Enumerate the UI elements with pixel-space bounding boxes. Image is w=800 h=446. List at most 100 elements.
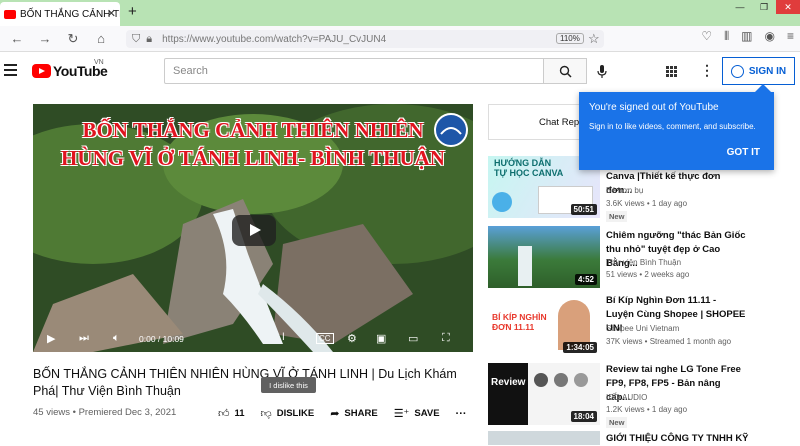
more-horizontal-icon: ··· [455, 407, 467, 420]
back-icon[interactable]: ← [10, 31, 24, 46]
browser-titlebar: BỐN THẮNG CẢNH THIÊN NHIÊN HÙNG VĨ Ở TÁN… [0, 0, 800, 26]
next-icon[interactable]: ⏭︎ [79, 332, 89, 345]
earbud-case-icon [574, 373, 588, 387]
recommendation-item[interactable]: 4:52 Chiêm ngưỡng "thác Bản Giốc thu nhỏ… [488, 226, 800, 292]
microphone-icon[interactable] [597, 65, 607, 82]
recommendation-thumbnail[interactable]: Review 18:04 [488, 363, 600, 425]
address-bar[interactable]: ⛉ 🔒︎ https://www.youtube.com/watch?v=PAJ… [126, 30, 604, 48]
video-overlay-line1: BỐN THẮNG CẢNH THIÊN NHIÊN [82, 118, 424, 142]
video-meta: 45 views • Premiered Dec 3, 2021 [33, 407, 176, 418]
restore-icon[interactable]: ❐ [752, 0, 776, 14]
video-overlay-line2: HÙNG VĨ Ở TÁNH LINH- BÌNH THUẬN [61, 146, 445, 170]
duration-badge: 18:04 [570, 411, 597, 422]
thumbnail-text: Review [491, 377, 526, 388]
duration-badge: 50:51 [570, 204, 597, 215]
recommendation-thumbnail[interactable]: BÍ KÍP NGHÌN ĐƠN 11.11 1:34:05 [488, 294, 600, 356]
window-close-icon[interactable]: ✕ [776, 0, 800, 14]
save-label: SAVE [414, 408, 440, 419]
like-button[interactable]: 👍︎ 11 [218, 407, 245, 420]
browser-toolbar-right: ♡ ⫴ ▥ ◉ ≡ [701, 29, 794, 44]
share-label: SHARE [344, 408, 378, 419]
url-text: https://www.youtube.com/watch?v=PAJU_CvJ… [162, 33, 387, 45]
reload-icon[interactable]: ↻ [66, 31, 80, 47]
premiere-date: Premiered Dec 3, 2021 [78, 407, 177, 418]
recommendation-channel[interactable]: IDO AUDIO [606, 393, 647, 402]
recommendation-channel[interactable]: Bé bơn bụ [606, 186, 643, 195]
menu-icon[interactable]: ≡ [787, 29, 794, 44]
playlist-add-icon: ☰⁺ [393, 408, 410, 420]
user-circle-icon [730, 64, 744, 78]
home-icon[interactable]: ⌂ [94, 31, 108, 46]
shield-icon[interactable]: ⛉ [132, 33, 140, 46]
bookmark-star-icon[interactable]: ☆ [588, 31, 600, 47]
sidebar-icon[interactable]: ▥ [741, 29, 752, 44]
volume-icon[interactable]: 🔈︎ [113, 332, 120, 345]
recommendation-stats: 37K views • Streamed 1 month ago [606, 337, 732, 346]
forward-icon[interactable]: → [38, 31, 52, 46]
browser-tab[interactable]: BỐN THẮNG CẢNH THIÊN NHIÊN HÙNG VĨ Ở TÁN… [0, 2, 120, 26]
recommendation-channel[interactable]: Shopee Uni Vietnam [606, 324, 679, 333]
youtube-logo[interactable]: YouTube VN [32, 59, 108, 79]
autoplay-toggle-icon[interactable]: ⏽ [279, 331, 288, 344]
library-icon[interactable]: ⫴ [724, 29, 729, 44]
recommendation-thumbnail[interactable] [488, 431, 600, 445]
miniplayer-icon[interactable]: ▣ [376, 332, 386, 345]
popup-body: Sign in to like videos, comment, and sub… [589, 122, 756, 131]
dislike-button[interactable]: 👎︎ DISLIKE [261, 407, 315, 420]
popup-title: You're signed out of YouTube [589, 102, 719, 113]
search-icon [559, 65, 572, 78]
pocket-icon[interactable]: ♡ [701, 29, 712, 44]
share-button[interactable]: ➦ SHARE [330, 407, 377, 420]
theater-mode-icon[interactable]: ▭ [408, 332, 418, 345]
earbud-case-icon [554, 373, 568, 387]
search-button[interactable] [543, 58, 587, 84]
video-player[interactable]: BỐN THẮNG CẢNH THIÊN NHIÊN HÙNG VĨ Ở TÁN… [33, 104, 473, 352]
video-title: BỐN THẮNG CẢNH THIÊN NHIÊN HÙNG VĨ Ở TÁN… [33, 367, 457, 398]
dislike-tooltip: I dislike this [261, 377, 316, 393]
youtube-play-logo-icon [32, 64, 51, 78]
recommendation-title[interactable]: GIỚI THIỆU CÔNG TY TNHH KỸ [606, 432, 786, 446]
account-icon[interactable]: ◉ [765, 29, 775, 44]
window-controls: — ❐ ✕ [728, 0, 800, 14]
minimize-icon[interactable]: — [728, 0, 752, 14]
thumbnail-dark-panel [488, 363, 528, 425]
subtitles-icon[interactable]: CC [316, 333, 334, 344]
share-icon: ➦ [330, 408, 340, 420]
settings-more-icon[interactable]: ⋮ [700, 62, 714, 79]
lock-icon[interactable]: 🔒︎ [146, 33, 152, 46]
sign-in-label: SIGN IN [748, 65, 787, 77]
fullscreen-icon[interactable]: ⛶ [442, 332, 450, 345]
got-it-button[interactable]: GOT IT [727, 147, 760, 158]
recommendation-item[interactable]: Review 18:04 Review tai nghe LG Tone Fre… [488, 363, 800, 429]
new-badge: New [606, 211, 628, 222]
like-count: 11 [234, 408, 245, 419]
zoom-level[interactable]: 110% [556, 33, 584, 44]
tab-title: BỐN THẮNG CẢNH THIÊN NHIÊN HÙNG VĨ Ở TÁN… [20, 8, 120, 20]
settings-gear-icon[interactable]: ⚙ [347, 332, 357, 345]
guide-menu-icon[interactable] [4, 64, 17, 76]
new-tab-icon[interactable]: + [128, 3, 137, 20]
save-button[interactable]: ☰⁺ SAVE [394, 407, 440, 420]
thumbnail-text: HƯỚNG DẪN TỰ HỌC CANVA [494, 158, 564, 178]
recommendation-stats: 1.2K views • 1 day ago [606, 405, 688, 414]
tab-close-icon[interactable]: ✕ [107, 7, 116, 20]
recommendation-item[interactable]: BÍ KÍP NGHÌN ĐƠN 11.11 1:34:05 Bí Kíp Ng… [488, 294, 800, 360]
search-input[interactable]: Search [164, 58, 544, 84]
large-play-button[interactable] [232, 215, 276, 246]
earbud-case-icon [534, 373, 548, 387]
player-controls: ▶ ⏭︎ 🔈︎ 0:00 / 10:09 ⏽ CC ⚙ ▣ ▭ ⛶ [33, 324, 473, 352]
signed-out-popup: You're signed out of YouTube Sign in to … [579, 84, 774, 170]
new-badge: New [606, 417, 628, 428]
duration-badge: 1:34:05 [563, 342, 597, 353]
recommendation-thumbnail[interactable]: 4:52 [488, 226, 600, 288]
sign-in-button[interactable]: SIGN IN [722, 57, 795, 85]
recommendation-stats: 3.6K views • 1 day ago [606, 199, 688, 208]
youtube-favicon-icon [4, 9, 16, 19]
dislike-label: DISLIKE [276, 408, 315, 419]
thumbs-up-icon: 👍︎ [218, 408, 230, 420]
apps-grid-icon[interactable] [666, 66, 677, 77]
recommendation-channel[interactable]: Thư viện Bình Thuận [606, 258, 681, 267]
more-actions-button[interactable]: ··· [456, 408, 467, 420]
recommendation-item[interactable]: GIỚI THIỆU CÔNG TY TNHH KỸ [488, 431, 800, 445]
play-icon[interactable]: ▶ [47, 332, 55, 345]
